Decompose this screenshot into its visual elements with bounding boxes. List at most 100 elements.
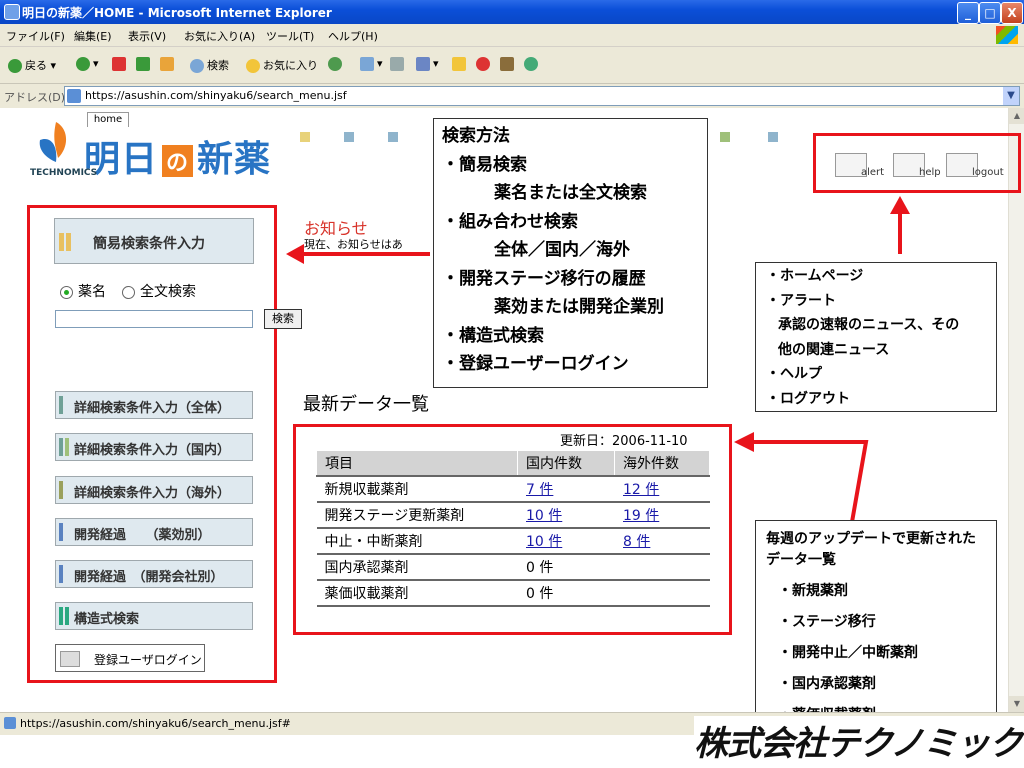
callout-line: ・国内承認薬剤: [778, 676, 876, 692]
mail-button[interactable]: ▾: [360, 57, 383, 71]
overseas-count-link[interactable]: 12 件: [614, 476, 710, 503]
logout-link[interactable]: logout: [946, 153, 1004, 179]
stop-button[interactable]: [112, 57, 129, 71]
address-label: アドレス(D): [4, 91, 66, 104]
menu-view[interactable]: 表示(V): [128, 28, 166, 44]
callout-line: ・アラート: [766, 292, 836, 309]
button-bar: [59, 565, 63, 583]
arrow-head-left-icon: [286, 244, 304, 264]
row-item: 薬価収載薬剤: [316, 580, 518, 607]
structure-search-button[interactable]: 構造式検索: [55, 602, 253, 630]
edit-button[interactable]: ▾: [416, 57, 439, 71]
updated-date: 更新日：2006-11-10: [560, 434, 688, 449]
search-methods-callout: 検索方法 ・簡易検索 薬名または全文検索 ・組み合わせ検索 全体／国内／海外 ・…: [433, 118, 708, 388]
back-button[interactable]: 戻る ▾: [8, 57, 56, 73]
search-input[interactable]: [55, 310, 253, 328]
favorites-button[interactable]: お気に入り: [246, 57, 318, 73]
detail-search-all-button[interactable]: 詳細検索条件入力（全体）: [55, 391, 253, 419]
button-bar: [59, 438, 63, 456]
detail-search-domestic-button[interactable]: 詳細検索条件入力（国内）: [55, 433, 253, 461]
address-dropdown-icon[interactable]: ▼: [1003, 87, 1019, 105]
overseas-count: [614, 580, 710, 607]
domestic-count-link[interactable]: 7 件: [517, 476, 615, 503]
detail-search-overseas-button[interactable]: 詳細検索条件入力（海外）: [55, 476, 253, 504]
progress-by-efficacy-button[interactable]: 開発経過 （薬効別）: [55, 518, 253, 546]
print-button[interactable]: [390, 57, 407, 71]
col-domestic: 国内件数: [517, 450, 615, 477]
refresh-button[interactable]: [136, 57, 153, 71]
alert-link[interactable]: alert: [835, 153, 885, 179]
research-button[interactable]: [500, 57, 517, 71]
back-label: 戻る: [25, 59, 47, 72]
table-row: 中止・中断薬剤 10 件 8 件: [316, 528, 710, 555]
pen-icon: [60, 651, 80, 667]
folder-button[interactable]: [452, 57, 469, 71]
progress-by-company-label: 開発経過 （開発会社別）: [74, 570, 224, 585]
menu-tools[interactable]: ツール(T): [266, 28, 314, 44]
overseas-count-link[interactable]: 19 件: [614, 502, 710, 529]
search-toolbar-label: 検索: [207, 59, 229, 72]
easy-search-label: 簡易検索条件入力: [93, 236, 205, 252]
menu-file[interactable]: ファイル(F): [6, 28, 65, 44]
col-item: 項目: [316, 450, 518, 477]
callout-line: ・登録ユーザーログイン: [442, 354, 629, 374]
menu-edit[interactable]: 編集(E): [74, 28, 112, 44]
radio-full-text[interactable]: 全文検索: [122, 281, 196, 301]
help-link[interactable]: help: [893, 153, 941, 179]
news-text: 現在、お知らせはあ: [304, 238, 403, 251]
domestic-count-link[interactable]: 10 件: [517, 528, 615, 555]
home-button[interactable]: [160, 57, 177, 71]
button-bar: [65, 607, 69, 625]
menu-favorites[interactable]: お気に入り(A): [184, 28, 255, 44]
easy-search-button[interactable]: 簡易検索条件入力: [54, 218, 254, 264]
scroll-down-icon[interactable]: ▼: [1009, 696, 1024, 712]
callout-line: ・新規薬剤: [778, 583, 848, 599]
progress-by-efficacy-label: 開発経過 （薬効別）: [74, 528, 211, 543]
mail-icon: [360, 57, 374, 71]
home-tab[interactable]: home: [87, 112, 129, 127]
address-input[interactable]: https://asushin.com/shinyaku6/search_men…: [64, 86, 1020, 106]
windows-logo-icon: [996, 26, 1018, 44]
minimize-button[interactable]: _: [957, 2, 979, 24]
close-button[interactable]: X: [1001, 2, 1023, 24]
overseas-count-link[interactable]: 8 件: [614, 528, 710, 555]
alert-label: alert: [861, 167, 885, 178]
edit-icon: [416, 57, 430, 71]
callout-title: 毎週のアップデートで更新されたデータ一覧: [766, 531, 976, 568]
callout-line: ・開発ステージ移行の履歴: [442, 268, 646, 289]
table-row: 国内承認薬剤 0 件: [316, 554, 710, 581]
col-overseas: 海外件数: [614, 450, 710, 477]
table-row: 薬価収載薬剤 0 件: [316, 580, 710, 607]
row-item: 国内承認薬剤: [316, 554, 518, 581]
stop-icon: [112, 57, 126, 71]
star-icon: [246, 59, 260, 73]
vertical-scrollbar[interactable]: ▲ ▼: [1008, 108, 1024, 712]
radio-drug-name[interactable]: 薬名: [60, 281, 106, 301]
site-logo[interactable]: 明日の新薬: [84, 130, 271, 182]
logo-part-b: 新薬: [197, 139, 272, 180]
help-label: help: [919, 167, 941, 178]
discuss-button[interactable]: [524, 57, 541, 71]
search-toolbar-button[interactable]: 検索: [190, 57, 229, 73]
window-titlebar: 明日の新薬／HOME - Microsoft Internet Explorer…: [0, 0, 1024, 24]
radio-full-text-label: 全文検索: [140, 284, 196, 300]
forward-arrow-icon: [76, 57, 90, 71]
history-button[interactable]: [328, 57, 345, 71]
callout-line: 全体／国内／海外: [494, 240, 630, 260]
detail-search-all-label: 詳細検索条件入力（全体）: [74, 401, 231, 416]
scroll-up-icon[interactable]: ▲: [1009, 108, 1024, 124]
print-icon: [390, 57, 404, 71]
domestic-count-link[interactable]: 10 件: [517, 502, 615, 529]
home-icon: [160, 57, 174, 71]
search-button[interactable]: 検索: [264, 309, 302, 329]
callout-line: ・組み合わせ検索: [442, 211, 578, 232]
page-icon: [67, 89, 81, 103]
table-row: 新規収載薬剤 7 件 12 件: [316, 476, 710, 503]
user-login-button[interactable]: 登録ユーザログイン: [55, 644, 205, 672]
menu-help[interactable]: ヘルプ(H): [328, 28, 378, 44]
forward-button[interactable]: ▾: [76, 57, 99, 71]
messenger-button[interactable]: [476, 57, 493, 71]
structure-search-label: 構造式検索: [74, 612, 140, 627]
maximize-button[interactable]: □: [979, 2, 1001, 24]
progress-by-company-button[interactable]: 開発経過 （開発会社別）: [55, 560, 253, 588]
